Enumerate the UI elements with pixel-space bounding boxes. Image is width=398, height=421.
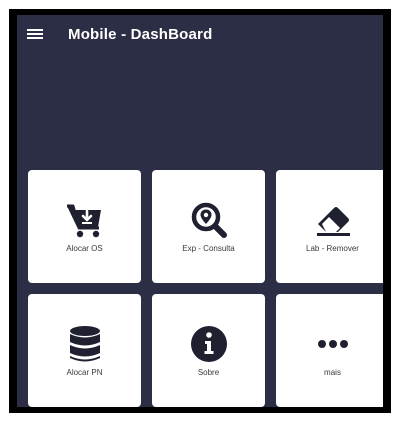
app-bar: Mobile - DashBoard xyxy=(17,15,383,55)
tile-mais[interactable]: mais xyxy=(276,294,383,407)
more-dots-icon xyxy=(317,340,348,348)
tile-lab-remover[interactable]: Lab - Remover xyxy=(276,170,383,283)
info-icon xyxy=(190,326,227,362)
device-frame: Mobile - DashBoard Alocar OS Exp - Consu… xyxy=(9,9,391,413)
tile-alocar-os[interactable]: Alocar OS xyxy=(28,170,141,283)
database-icon xyxy=(69,326,100,362)
hamburger-menu-icon[interactable] xyxy=(27,27,43,41)
tile-sobre[interactable]: Sobre xyxy=(152,294,265,407)
page-title: Mobile - DashBoard xyxy=(68,26,213,43)
tile-label: Alocar OS xyxy=(66,244,103,253)
tile-label: Sobre xyxy=(197,368,220,377)
tile-label: mais xyxy=(324,368,341,377)
tile-label: Alocar PN xyxy=(66,368,103,377)
app-screen: Mobile - DashBoard Alocar OS Exp - Consu… xyxy=(17,15,383,407)
tile-label: Exp - Consulta xyxy=(182,244,235,253)
cart-download-icon xyxy=(66,204,101,238)
search-location-icon xyxy=(191,202,227,238)
tile-alocar-pn[interactable]: Alocar PN xyxy=(28,294,141,407)
tile-exp-consulta[interactable]: Exp - Consulta xyxy=(152,170,265,283)
eraser-icon xyxy=(316,207,350,236)
tile-label: Lab - Remover xyxy=(306,244,359,253)
